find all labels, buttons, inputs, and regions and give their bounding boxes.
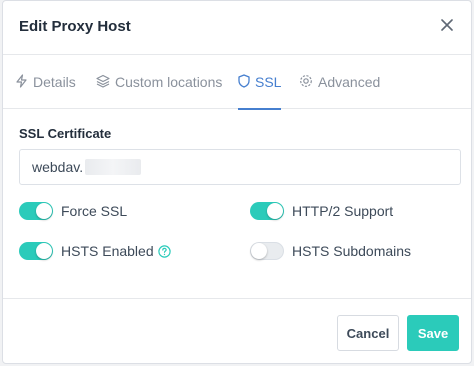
close-button[interactable] [437, 17, 457, 37]
hsts-subdomains-switch[interactable] [250, 242, 284, 260]
http2-switch[interactable] [250, 202, 284, 220]
close-icon [441, 18, 453, 36]
force-ssl-label: Force SSL [61, 203, 128, 219]
hsts-enabled-switch[interactable] [19, 242, 53, 260]
switch-knob [267, 203, 283, 219]
tab-details[interactable]: Details [15, 55, 76, 109]
tab-ssl[interactable]: SSL [238, 55, 282, 110]
ssl-certificate-label: SSL Certificate [19, 126, 112, 141]
redacted-domain [85, 159, 142, 175]
tab-label: SSL [255, 74, 282, 90]
hsts-subdomains-label: HSTS Subdomains [292, 243, 412, 259]
hsts-subdomains-toggle[interactable]: HSTS Subdomains [250, 242, 411, 260]
shield-icon [238, 73, 255, 91]
modal-footer: Cancel Save [3, 298, 471, 365]
http2-support-toggle[interactable]: HTTP/2 Support [250, 202, 393, 220]
force-ssl-switch[interactable] [19, 202, 53, 220]
switch-knob [251, 243, 267, 259]
tab-label: Details [33, 74, 76, 90]
gear-icon [299, 74, 318, 91]
http2-label: HTTP/2 Support [292, 203, 394, 219]
tab-custom-locations[interactable]: Custom locations [96, 55, 222, 109]
layers-icon [96, 74, 115, 91]
ssl-certificate-select[interactable]: webdav. [19, 149, 461, 185]
tab-label: Custom locations [115, 74, 223, 90]
lightning-icon [15, 73, 33, 91]
force-ssl-toggle[interactable]: Force SSL [19, 202, 127, 220]
help-icon[interactable] [157, 244, 171, 258]
switch-knob [36, 203, 52, 219]
tab-label: Advanced [318, 74, 381, 90]
ssl-certificate-value: webdav. [32, 159, 84, 175]
tab-advanced[interactable]: Advanced [299, 55, 380, 109]
tab-bar: Details Custom locations SSL Advanced [3, 55, 471, 110]
modal-header: Edit Proxy Host [3, 1, 471, 55]
switch-knob [36, 243, 52, 259]
hsts-enabled-toggle[interactable]: HSTS Enabled [19, 242, 171, 260]
save-button[interactable]: Save [407, 315, 459, 351]
hsts-enabled-label: HSTS Enabled [61, 243, 154, 259]
modal-title: Edit Proxy Host [19, 18, 131, 35]
cancel-button[interactable]: Cancel [337, 315, 399, 351]
edit-proxy-host-modal: Edit Proxy Host Details Custom locations… [2, 0, 472, 364]
